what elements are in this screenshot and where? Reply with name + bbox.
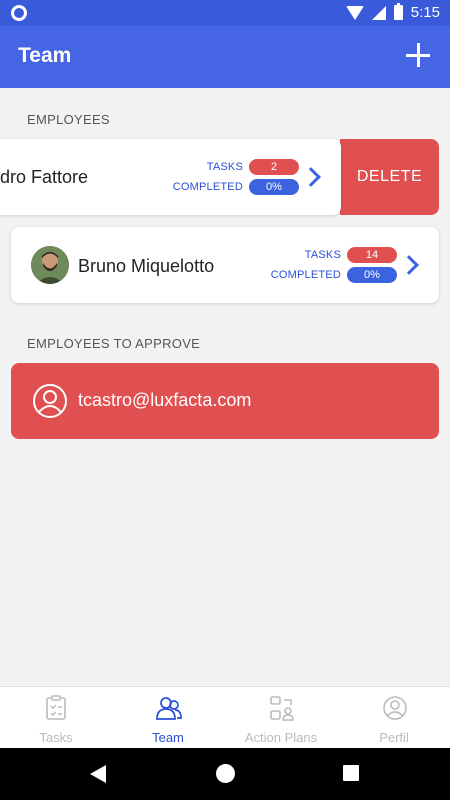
avatar xyxy=(31,246,69,284)
completed-label: COMPLETED xyxy=(270,269,341,281)
status-time: 5:15 xyxy=(410,4,440,21)
page-title: Team xyxy=(18,44,72,67)
employee-name: Bruno Miquelotto xyxy=(78,256,215,276)
users-icon xyxy=(156,697,182,720)
completed-badge: 0% xyxy=(249,179,299,195)
tasks-label: TASKS xyxy=(206,161,243,173)
plus-icon[interactable] xyxy=(406,43,430,67)
chevron-right-icon[interactable] xyxy=(301,167,321,187)
user-circle-icon xyxy=(383,696,407,720)
pending-employee-card[interactable]: tcastro@luxfacta.com xyxy=(11,363,439,439)
tab-action-plans-label: Action Plans xyxy=(244,730,318,745)
tab-tasks-label: Tasks xyxy=(39,730,73,745)
wifi-icon xyxy=(345,5,364,20)
status-bar: 5:15 xyxy=(0,0,450,26)
employee-card[interactable]: dro Fattore TASKS 2 COMPLETED 0% xyxy=(0,139,341,215)
app-bar: Team xyxy=(0,26,450,88)
signal-icon xyxy=(371,5,386,20)
tab-team-label: Team xyxy=(152,730,184,745)
employee-stats: TASKS 2 COMPLETED 0% xyxy=(159,157,299,197)
notification-icon xyxy=(11,5,27,21)
delete-button[interactable]: DELETE xyxy=(340,139,439,215)
tasks-count-badge: 14 xyxy=(347,247,397,263)
chevron-right-icon[interactable] xyxy=(399,255,419,275)
tab-team[interactable]: Team xyxy=(112,687,224,749)
tab-tasks[interactable]: Tasks xyxy=(0,687,112,749)
employee-stats: TASKS 14 COMPLETED 0% xyxy=(257,245,397,285)
employee-name: dro Fattore xyxy=(0,167,89,187)
clipboard-check-icon xyxy=(46,695,66,720)
tab-action-plans[interactable]: Action Plans xyxy=(225,687,337,749)
bottom-nav: Tasks Team Action Plans Perfil xyxy=(0,686,450,748)
employee-card[interactable]: Bruno Miquelotto TASKS 14 COMPLETED 0% xyxy=(11,227,439,303)
tasks-count-badge: 2 xyxy=(249,159,299,175)
tab-perfil-label: Perfil xyxy=(379,730,409,745)
system-nav-bar xyxy=(0,748,450,800)
action-plans-icon xyxy=(270,696,294,721)
tab-perfil[interactable]: Perfil xyxy=(338,687,450,749)
battery-icon xyxy=(393,3,403,20)
back-icon[interactable] xyxy=(90,765,106,783)
home-icon[interactable] xyxy=(216,764,235,783)
completed-badge: 0% xyxy=(347,267,397,283)
employees-to-approve-section-label: EMPLOYEES TO APPROVE xyxy=(27,336,201,351)
employees-section-label: EMPLOYEES xyxy=(27,112,110,127)
tasks-label: TASKS xyxy=(304,249,341,261)
pending-employee-email: tcastro@luxfacta.com xyxy=(78,390,252,410)
recent-apps-icon[interactable] xyxy=(343,765,359,781)
completed-label: COMPLETED xyxy=(172,181,243,193)
user-circle-icon xyxy=(33,384,67,418)
